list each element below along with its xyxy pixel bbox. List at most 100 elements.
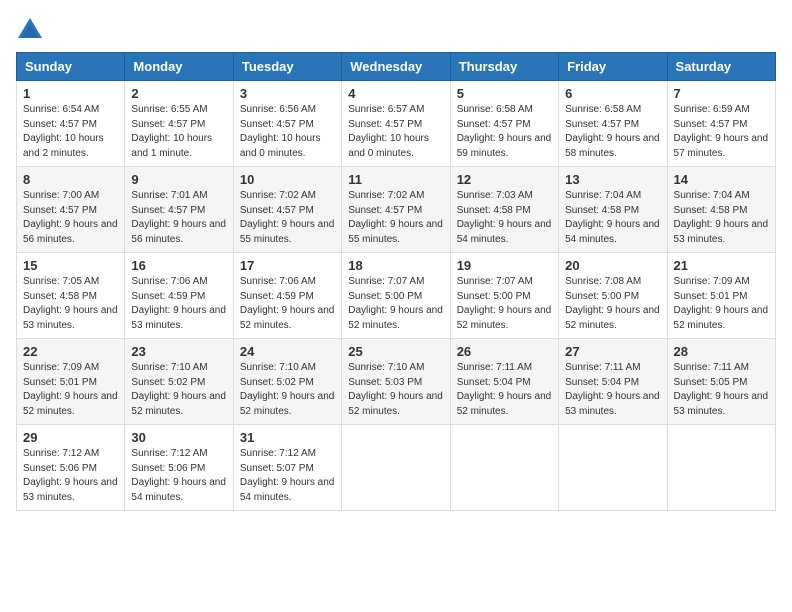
dow-header-sunday: Sunday [17,53,125,81]
day-number: 23 [131,344,226,359]
calendar-cell: 22 Sunrise: 7:09 AMSunset: 5:01 PMDayligh… [17,339,125,425]
day-info: Sunrise: 7:11 AMSunset: 5:05 PMDaylight:… [674,362,769,417]
day-number: 15 [23,258,118,273]
day-number: 18 [348,258,443,273]
calendar-cell: 23Sunrise: 7:10 AMSunset: 5:02 PMDayligh… [125,339,233,425]
calendar-cell: 9Sunrise: 7:01 AMSunset: 4:57 PMDaylight… [125,167,233,253]
day-number: 31 [240,430,335,445]
day-number: 11 [348,172,443,187]
calendar-cell: 31 Sunrise: 7:12 AMSunset: 5:07 PMDayligh… [233,425,341,511]
dow-header-wednesday: Wednesday [342,53,450,81]
calendar-body: 1 Sunrise: 6:54 AMSunset: 4:57 PMDaylight… [17,81,776,511]
day-info: Sunrise: 6:58 AMSunset: 4:57 PMDaylight:… [457,104,552,159]
day-number: 26 [457,344,552,359]
day-number: 27 [565,344,660,359]
day-info: Sunrise: 7:09 AMSunset: 5:01 PMDaylight:… [674,276,769,331]
calendar-cell: 7Sunrise: 6:59 AMSunset: 4:57 PMDaylight… [667,81,775,167]
day-number: 9 [131,172,226,187]
day-info: Sunrise: 6:57 AMSunset: 4:57 PMDaylight:… [348,104,429,159]
day-info: Sunrise: 7:10 AMSunset: 5:02 PMDaylight:… [240,362,335,417]
logo [16,16,48,44]
day-info: Sunrise: 7:02 AMSunset: 4:57 PMDaylight:… [348,190,443,245]
calendar-cell: 18 Sunrise: 7:07 AMSunset: 5:00 PMDayligh… [342,253,450,339]
day-number: 28 [674,344,769,359]
calendar-cell: 29 Sunrise: 7:12 AMSunset: 5:06 PMDayligh… [17,425,125,511]
dow-header-saturday: Saturday [667,53,775,81]
calendar-table: SundayMondayTuesdayWednesdayThursdayFrid… [16,52,776,511]
day-info: Sunrise: 7:04 AMSunset: 4:58 PMDaylight:… [565,190,660,245]
day-number: 8 [23,172,118,187]
day-info: Sunrise: 7:12 AMSunset: 5:07 PMDaylight:… [240,448,335,503]
day-number: 5 [457,86,552,101]
calendar-cell: 19 Sunrise: 7:07 AMSunset: 5:00 PMDayligh… [450,253,558,339]
day-number: 22 [23,344,118,359]
day-number: 29 [23,430,118,445]
week-row-2: 8 Sunrise: 7:00 AMSunset: 4:57 PMDaylight… [17,167,776,253]
week-row-5: 29 Sunrise: 7:12 AMSunset: 5:06 PMDayligh… [17,425,776,511]
day-info: Sunrise: 6:55 AMSunset: 4:57 PMDaylight:… [131,104,212,159]
week-row-1: 1 Sunrise: 6:54 AMSunset: 4:57 PMDaylight… [17,81,776,167]
day-info: Sunrise: 7:03 AMSunset: 4:58 PMDaylight:… [457,190,552,245]
calendar-cell [667,425,775,511]
day-info: Sunrise: 6:58 AMSunset: 4:57 PMDaylight:… [565,104,660,159]
dow-header-tuesday: Tuesday [233,53,341,81]
day-info: Sunrise: 7:10 AMSunset: 5:03 PMDaylight:… [348,362,443,417]
day-number: 4 [348,86,443,101]
calendar-cell: 21Sunrise: 7:09 AMSunset: 5:01 PMDayligh… [667,253,775,339]
calendar-cell: 15 Sunrise: 7:05 AMSunset: 4:58 PMDayligh… [17,253,125,339]
day-number: 2 [131,86,226,101]
calendar-cell: 28 Sunrise: 7:11 AMSunset: 5:05 PMDayligh… [667,339,775,425]
calendar-cell: 26 Sunrise: 7:11 AMSunset: 5:04 PMDayligh… [450,339,558,425]
calendar-cell: 30Sunrise: 7:12 AMSunset: 5:06 PMDayligh… [125,425,233,511]
calendar-cell: 16Sunrise: 7:06 AMSunset: 4:59 PMDayligh… [125,253,233,339]
calendar-cell [559,425,667,511]
day-info: Sunrise: 7:11 AMSunset: 5:04 PMDaylight:… [565,362,660,417]
day-info: Sunrise: 7:02 AMSunset: 4:57 PMDaylight:… [240,190,335,245]
calendar-cell: 11 Sunrise: 7:02 AMSunset: 4:57 PMDayligh… [342,167,450,253]
day-number: 1 [23,86,118,101]
day-info: Sunrise: 7:05 AMSunset: 4:58 PMDaylight:… [23,276,118,331]
calendar-cell: 24 Sunrise: 7:10 AMSunset: 5:02 PMDayligh… [233,339,341,425]
day-number: 10 [240,172,335,187]
week-row-4: 22 Sunrise: 7:09 AMSunset: 5:01 PMDayligh… [17,339,776,425]
day-info: Sunrise: 6:54 AMSunset: 4:57 PMDaylight:… [23,104,104,159]
day-number: 14 [674,172,769,187]
calendar-cell: 27 Sunrise: 7:11 AMSunset: 5:04 PMDayligh… [559,339,667,425]
day-info: Sunrise: 7:09 AMSunset: 5:01 PMDaylight:… [23,362,118,417]
day-info: Sunrise: 7:08 AMSunset: 5:00 PMDaylight:… [565,276,660,331]
day-of-week-header-row: SundayMondayTuesdayWednesdayThursdayFrid… [17,53,776,81]
day-number: 7 [674,86,769,101]
day-number: 17 [240,258,335,273]
day-number: 3 [240,86,335,101]
calendar-cell: 4 Sunrise: 6:57 AMSunset: 4:57 PMDaylight… [342,81,450,167]
calendar-cell: 20 Sunrise: 7:08 AMSunset: 5:00 PMDayligh… [559,253,667,339]
day-info: Sunrise: 7:07 AMSunset: 5:00 PMDaylight:… [348,276,443,331]
calendar-cell: 6Sunrise: 6:58 AMSunset: 4:57 PMDaylight… [559,81,667,167]
day-info: Sunrise: 7:11 AMSunset: 5:04 PMDaylight:… [457,362,552,417]
day-number: 20 [565,258,660,273]
calendar-cell: 2 Sunrise: 6:55 AMSunset: 4:57 PMDaylight… [125,81,233,167]
calendar-cell: 10 Sunrise: 7:02 AMSunset: 4:57 PMDayligh… [233,167,341,253]
calendar-cell: 14 Sunrise: 7:04 AMSunset: 4:58 PMDayligh… [667,167,775,253]
calendar-cell: 25 Sunrise: 7:10 AMSunset: 5:03 PMDayligh… [342,339,450,425]
logo-icon [16,16,44,44]
day-info: Sunrise: 7:04 AMSunset: 4:58 PMDaylight:… [674,190,769,245]
dow-header-friday: Friday [559,53,667,81]
day-info: Sunrise: 7:12 AMSunset: 5:06 PMDaylight:… [23,448,118,503]
calendar-cell: 1 Sunrise: 6:54 AMSunset: 4:57 PMDaylight… [17,81,125,167]
day-number: 25 [348,344,443,359]
day-number: 12 [457,172,552,187]
day-number: 30 [131,430,226,445]
day-info: Sunrise: 7:07 AMSunset: 5:00 PMDaylight:… [457,276,552,331]
day-number: 24 [240,344,335,359]
day-info: Sunrise: 7:00 AMSunset: 4:57 PMDaylight:… [23,190,118,245]
calendar-cell: 12 Sunrise: 7:03 AMSunset: 4:58 PMDayligh… [450,167,558,253]
calendar-cell: 5 Sunrise: 6:58 AMSunset: 4:57 PMDaylight… [450,81,558,167]
day-number: 13 [565,172,660,187]
calendar-cell [342,425,450,511]
week-row-3: 15 Sunrise: 7:05 AMSunset: 4:58 PMDayligh… [17,253,776,339]
page-header [16,16,776,44]
day-number: 19 [457,258,552,273]
calendar-cell: 13 Sunrise: 7:04 AMSunset: 4:58 PMDayligh… [559,167,667,253]
calendar-cell: 17Sunrise: 7:06 AMSunset: 4:59 PMDayligh… [233,253,341,339]
